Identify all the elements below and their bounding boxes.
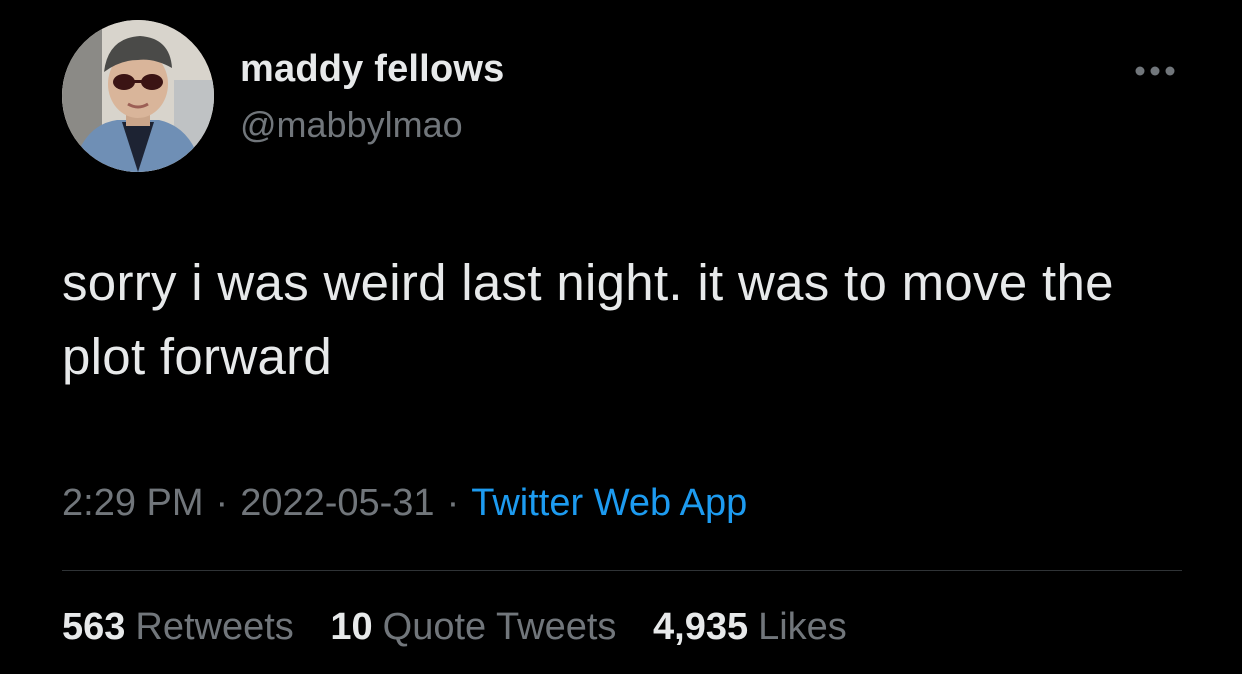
quote-tweets-stat[interactable]: 10 Quote Tweets [330, 606, 616, 649]
retweets-count: 563 [62, 606, 126, 648]
more-horizontal-icon [1135, 66, 1175, 76]
tweet-date[interactable]: 2022-05-31 [240, 482, 434, 524]
likes-stat[interactable]: 4,935 Likes [653, 606, 847, 649]
more-button[interactable] [1128, 56, 1182, 86]
tweet-card: maddy fellows @mabbylmao sorry i was wei… [0, 0, 1242, 674]
author-handle[interactable]: @mabbylmao [240, 104, 463, 146]
likes-label: Likes [758, 606, 847, 648]
tweet-time[interactable]: 2:29 PM [62, 482, 204, 524]
tweet-stats: 563 Retweets 10 Quote Tweets 4,935 Likes [62, 606, 873, 649]
tweet-text: sorry i was weird last night. it was to … [62, 254, 1114, 385]
quote-tweets-count: 10 [330, 606, 373, 648]
tweet-source-link[interactable]: Twitter Web App [471, 482, 747, 524]
avatar-photo [62, 20, 214, 172]
author-name[interactable]: maddy fellows [240, 48, 504, 91]
meta-separator: · [215, 482, 229, 524]
meta-separator: · [446, 482, 460, 524]
likes-count: 4,935 [653, 606, 749, 648]
retweets-label: Retweets [135, 606, 294, 648]
quote-tweets-label: Quote Tweets [382, 606, 617, 648]
retweets-stat[interactable]: 563 Retweets [62, 606, 294, 649]
avatar[interactable] [62, 20, 214, 172]
divider [62, 570, 1182, 571]
tweet-meta: 2:29 PM · 2022-05-31 · Twitter Web App [62, 482, 747, 525]
